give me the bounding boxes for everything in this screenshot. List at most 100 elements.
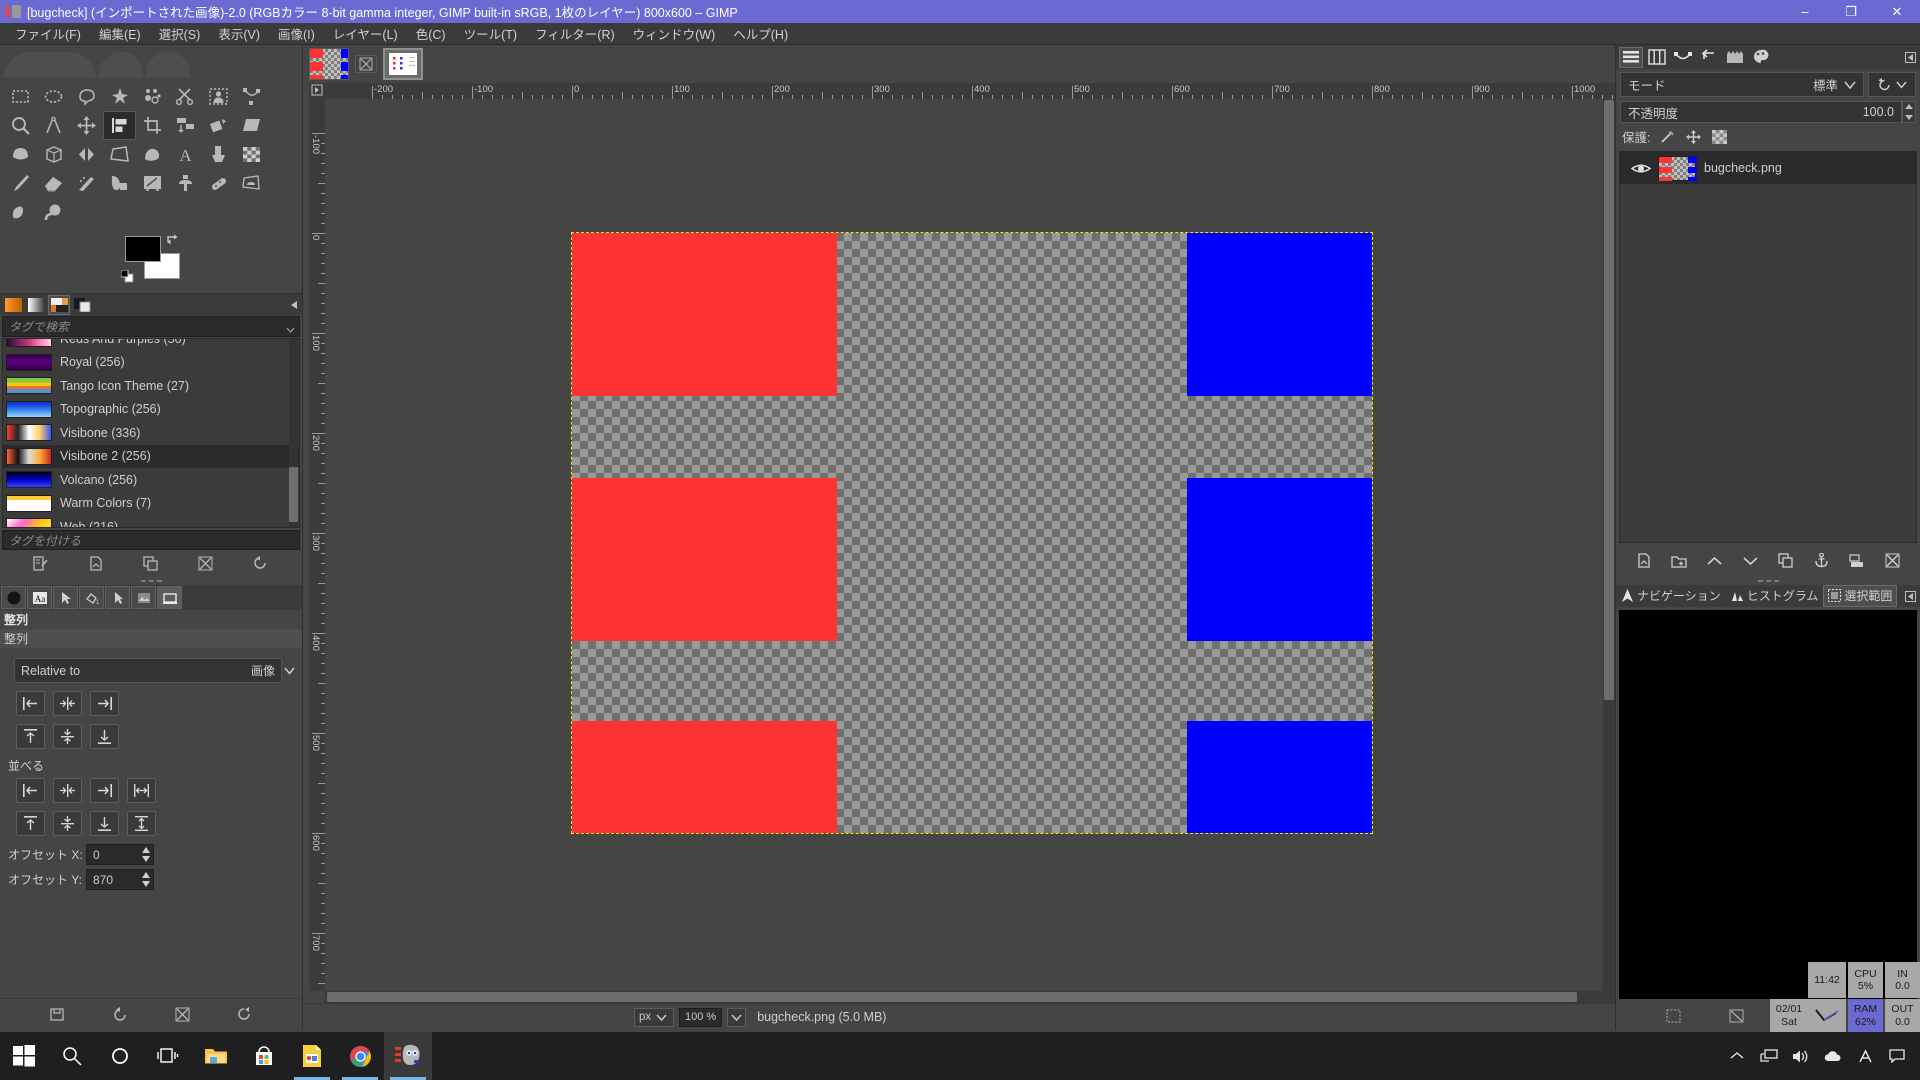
free-select-icon[interactable] (70, 82, 103, 111)
menu-windows[interactable]: ウィンドウ(W) (624, 22, 725, 45)
dock-tab-gradients[interactable] (2, 295, 24, 315)
distribute-left-edge-button[interactable] (16, 778, 45, 803)
pattern-icon[interactable] (235, 140, 268, 169)
menu-colors[interactable]: 色(C) (407, 22, 455, 45)
offset-x-stepper[interactable] (140, 846, 152, 863)
palette-scrollbar-thumb[interactable] (289, 467, 298, 522)
microsoft-store-icon[interactable] (240, 1032, 288, 1080)
menu-image[interactable]: 画像(I) (269, 22, 324, 45)
clone-icon[interactable] (169, 169, 202, 198)
dodge-burn-icon[interactable] (37, 198, 70, 227)
file-explorer-icon[interactable] (192, 1032, 240, 1080)
airbrush-icon[interactable] (70, 169, 103, 198)
dock-tab-images[interactable] (131, 586, 156, 609)
smudge-icon[interactable] (4, 198, 37, 227)
gradient-icon[interactable] (202, 140, 235, 169)
ellipse-select-icon[interactable] (37, 82, 70, 111)
text-icon[interactable]: A (169, 140, 202, 169)
align-vertical-center-button[interactable] (53, 724, 82, 749)
palette-list-item[interactable]: Reds And Purples (50) (3, 339, 299, 351)
vertical-ruler[interactable]: -100 0 100 200 300 400 500 600 700 (309, 99, 325, 991)
task-view-icon[interactable] (144, 1032, 192, 1080)
palette-list-item[interactable]: Visibone 2 (256) (3, 444, 299, 468)
distribute-bottom-edge-button[interactable] (90, 811, 119, 836)
duplicate-palette-button[interactable] (140, 555, 162, 573)
restore-tool-preset-button[interactable] (109, 1006, 131, 1024)
dock-tab-undo-history[interactable]: 1 (79, 586, 104, 609)
maximize-button[interactable]: ❐ (1828, 0, 1874, 23)
fuzzy-select-icon[interactable] (103, 82, 136, 111)
ram-widget[interactable]: RAM 62% (1848, 999, 1883, 1032)
network-in-widget[interactable]: IN 0.0 (1885, 962, 1920, 998)
dock-tab-undo-history[interactable] (1697, 47, 1721, 68)
dock-tab-brushes[interactable] (1723, 47, 1747, 68)
swap-colors-icon[interactable] (166, 233, 180, 246)
layer-visibility-icon[interactable] (1628, 162, 1654, 175)
clock-time-widget[interactable]: 11:42 (1808, 962, 1846, 998)
menu-file[interactable]: ファイル(F) (6, 22, 90, 45)
distribute-horizontal-center-button[interactable] (53, 778, 82, 803)
show-hidden-icons-icon[interactable] (1728, 1047, 1746, 1065)
distribute-right-edge-button[interactable] (90, 778, 119, 803)
relative-to-chevron-down-icon[interactable] (282, 667, 296, 675)
paintbrush-icon[interactable] (4, 169, 37, 198)
dock-tab-palettes[interactable] (48, 294, 70, 315)
dock-tab-pointer[interactable] (53, 586, 78, 609)
foreground-color-swatch[interactable] (125, 236, 161, 262)
transform-icon[interactable] (169, 111, 202, 140)
merge-down-button[interactable] (1846, 551, 1868, 571)
scissors-select-icon[interactable] (169, 82, 202, 111)
ime-icon[interactable] (1856, 1047, 1874, 1065)
align-left-edge-button[interactable] (16, 691, 45, 716)
offset-y-input[interactable]: 870 (86, 869, 154, 890)
canvas-vertical-scrollbar[interactable] (1603, 99, 1615, 991)
align-bottom-edge-button[interactable] (90, 724, 119, 749)
palette-list-item[interactable]: Topographic (256) (3, 398, 299, 422)
distribute-vertical-gap-button[interactable] (127, 811, 156, 836)
selection-preview[interactable] (1619, 609, 1917, 999)
eraser-icon[interactable] (37, 169, 70, 198)
image-tab-bugcheck[interactable] (309, 48, 349, 80)
palette-list-item[interactable]: Royal (256) (3, 351, 299, 375)
save-tool-preset-button[interactable] (46, 1006, 68, 1024)
warp-transform-icon[interactable] (4, 140, 37, 169)
palette-list-item[interactable]: Volcano (256) (3, 468, 299, 492)
layers-dock-menu-icon[interactable] (1905, 51, 1916, 66)
align-top-edge-button[interactable] (16, 724, 45, 749)
layer-mode-reset-button[interactable] (1868, 72, 1916, 97)
new-layer-button[interactable] (1633, 551, 1655, 571)
ink-icon[interactable] (103, 169, 136, 198)
measure-icon[interactable] (37, 111, 70, 140)
new-layer-group-button[interactable] (1668, 551, 1690, 571)
cpu-widget[interactable]: CPU 5% (1848, 962, 1883, 998)
refresh-palettes-button[interactable] (250, 555, 272, 573)
network-icon[interactable] (1760, 1047, 1778, 1065)
dock-menu-icon[interactable] (289, 298, 299, 309)
flip-icon[interactable] (70, 140, 103, 169)
delete-palette-button[interactable] (195, 555, 217, 573)
reset-colors-icon[interactable] (120, 269, 134, 283)
lock-pixels-button[interactable] (1659, 129, 1676, 144)
select-by-color-icon[interactable] (136, 82, 169, 111)
chrome-icon[interactable] (336, 1032, 384, 1080)
palette-list-item[interactable]: Web (216) (3, 515, 299, 527)
analog-clock-widget[interactable] (1808, 999, 1846, 1032)
cortana-icon[interactable] (96, 1032, 144, 1080)
paths-icon[interactable] (235, 82, 268, 111)
shear-icon[interactable] (235, 111, 268, 140)
dock-tab-brushes[interactable] (1, 586, 26, 609)
raise-layer-button[interactable] (1704, 551, 1726, 571)
rotate-icon[interactable] (202, 111, 235, 140)
mypaint-brush-icon[interactable] (136, 169, 169, 198)
menu-help[interactable]: ヘルプ(H) (724, 22, 797, 45)
dock-resize-grip[interactable] (0, 577, 302, 585)
selection-to-path-button[interactable] (1663, 1006, 1685, 1026)
canvas-hscroll-thumb[interactable] (327, 992, 1577, 1002)
selection-stroke-button[interactable] (1726, 1006, 1748, 1026)
cage-transform-icon[interactable] (37, 140, 70, 169)
palette-search-input[interactable]: タグで検索 (2, 316, 300, 337)
dock-tab-layers[interactable] (1619, 46, 1643, 68)
distribute-vertical-center-button[interactable] (53, 811, 82, 836)
rect-select-icon[interactable] (4, 82, 37, 111)
ruler-corner-menu-button[interactable] (309, 83, 325, 99)
